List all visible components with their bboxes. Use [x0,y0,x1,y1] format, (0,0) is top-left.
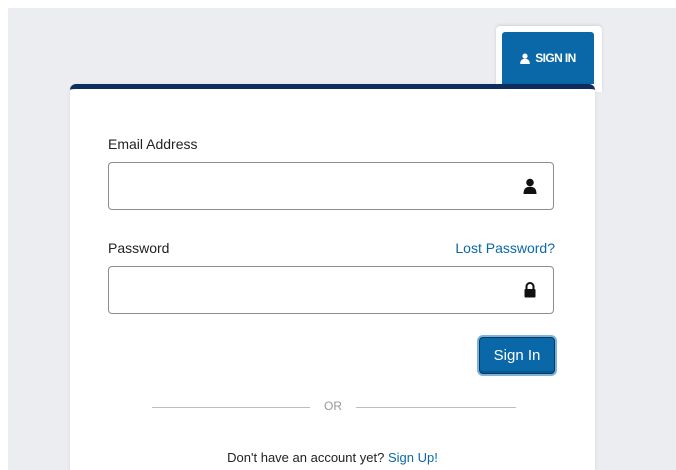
password-label: Password [108,240,170,256]
email-input[interactable] [109,163,509,209]
divider-line-right [356,407,516,408]
sign-in-tab-inner[interactable]: SIGN IN [502,32,594,84]
sign-in-button[interactable]: Sign In [479,337,555,374]
password-input[interactable] [109,267,509,313]
sign-in-tab[interactable]: SIGN IN [496,26,602,92]
email-field-container[interactable] [108,162,554,210]
password-field-container[interactable] [108,266,554,314]
signup-row: Don't have an account yet? Sign Up! [70,450,595,465]
sign-up-link[interactable]: Sign Up! [388,450,438,465]
or-divider-text: OR [324,399,342,413]
lost-password-link[interactable]: Lost Password? [455,240,555,256]
email-label: Email Address [108,136,198,152]
sign-in-tab-label: SIGN IN [535,51,576,65]
login-card: Email Address Password Lost Password? Si… [70,84,595,470]
user-icon [520,52,531,64]
divider-line-left [152,407,310,408]
lock-icon [524,282,536,298]
signup-prompt: Don't have an account yet? [227,450,385,465]
user-icon [523,178,537,194]
page-background: SIGN IN Email Address Password Lost Pass… [8,8,676,470]
